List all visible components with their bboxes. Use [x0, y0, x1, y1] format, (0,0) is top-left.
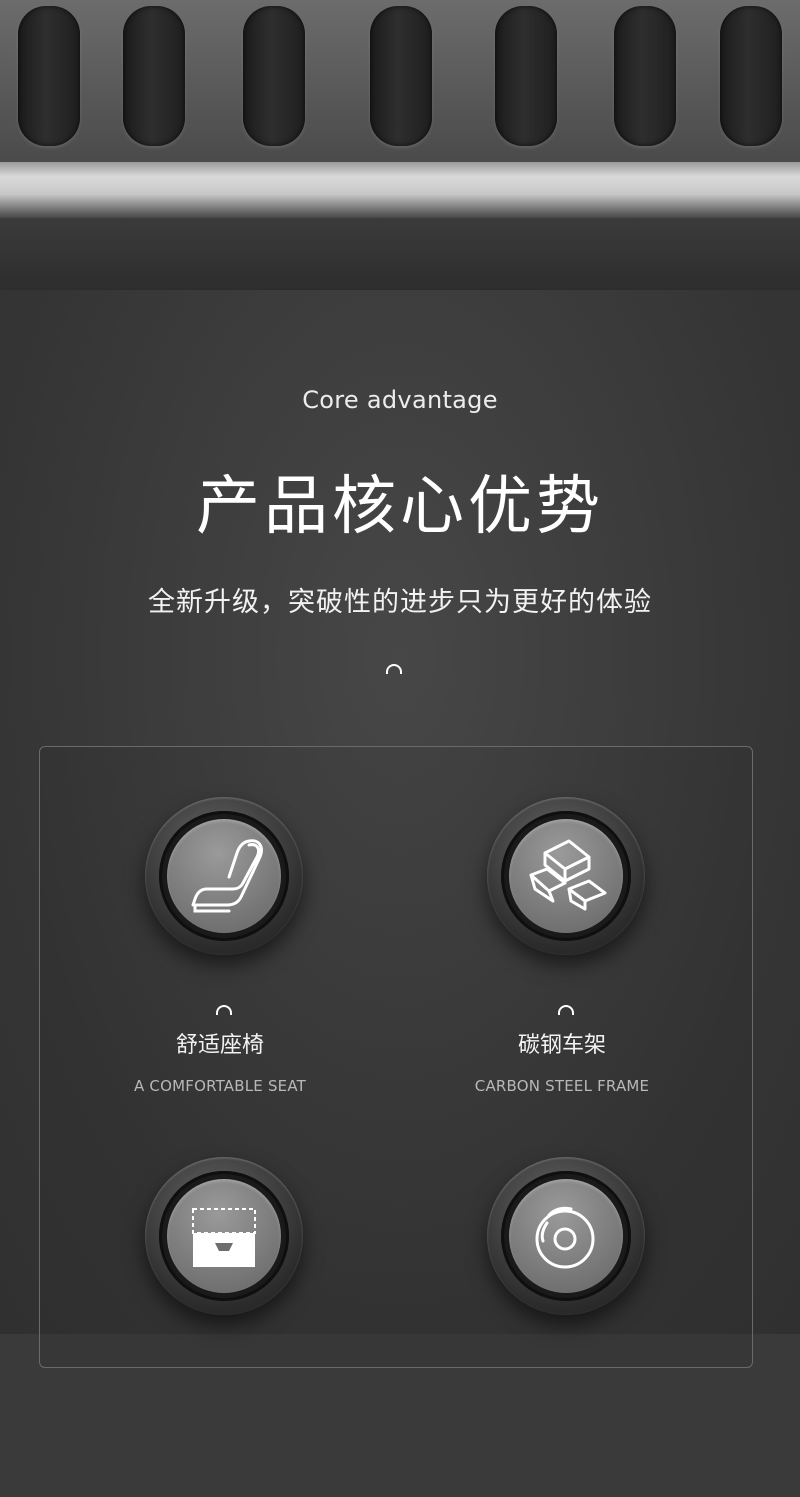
- feature-steel-frame: 碳钢车架 CARBON STEEL FRAME: [412, 797, 712, 1137]
- core-advantage-section: Core advantage 产品核心优势 全新升级，突破性的进步只为更好的体验…: [0, 290, 800, 1368]
- vent-band: [0, 0, 800, 165]
- feature-subtitle: CARBON STEEL FRAME: [474, 1077, 650, 1095]
- section-tagline: 全新升级，突破性的进步只为更好的体验: [148, 587, 652, 618]
- vent-slot: [370, 6, 432, 146]
- product-photo-top: [0, 0, 800, 290]
- vent-slot: [18, 6, 80, 146]
- storage-box-icon: [192, 1208, 256, 1267]
- feature-subtitle: A COMFORTABLE SEAT: [133, 1077, 307, 1095]
- seat-icon: [191, 839, 263, 913]
- feature-brake: [412, 1157, 712, 1497]
- feature-badge: [487, 1157, 645, 1315]
- arc-divider-icon: [558, 1005, 574, 1015]
- feature-badge: [145, 1157, 303, 1315]
- feature-storage: [70, 1157, 370, 1497]
- steel-bars-icon: [529, 839, 607, 911]
- section-title: 产品核心优势: [196, 470, 604, 544]
- metal-shelf: [0, 162, 800, 220]
- feature-name: 舒适座椅: [175, 1033, 264, 1058]
- feature-badge: [487, 797, 645, 955]
- arc-divider-icon: [216, 1005, 232, 1015]
- feature-badge: [145, 797, 303, 955]
- vent-slot: [123, 6, 185, 146]
- vent-slot: [495, 6, 557, 146]
- vent-slot: [614, 6, 676, 146]
- vent-slot: [243, 6, 305, 146]
- vent-slot: [720, 6, 782, 146]
- shelf-shadow: [0, 218, 800, 290]
- feature-panel: 舒适座椅 A COMFORTABLE SEAT 碳钢车架 CARBON STEE…: [39, 746, 753, 1368]
- feature-seat: 舒适座椅 A COMFORTABLE SEAT: [70, 797, 370, 1137]
- feature-name: 碳钢车架: [517, 1033, 606, 1058]
- brake-disc-icon: [535, 1206, 595, 1269]
- arc-divider-icon: [386, 664, 402, 674]
- section-subtitle: Core advantage: [302, 386, 498, 414]
